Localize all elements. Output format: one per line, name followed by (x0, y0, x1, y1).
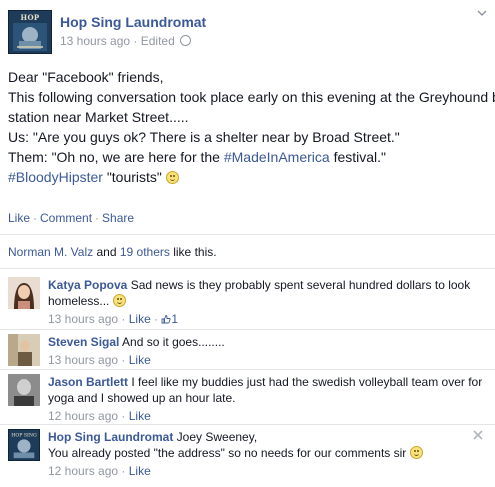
comment-item: Steven Sigal And so it goes........ 13 h… (8, 334, 488, 368)
comment-line: Hop Sing Laundromat Joey Sweeney, (48, 429, 478, 445)
comment-meta: 12 hours ago · Like (48, 464, 151, 478)
comment-meta: 12 hours ago · Like (48, 409, 151, 423)
portrait-photo-icon (8, 334, 40, 366)
comment-like-button[interactable]: Like (129, 353, 151, 367)
facebook-post: HOP SING Hop Sing Laundromat 13 hours ag… (0, 0, 495, 487)
post-line-with-hashtag: #BloodyHipster "tourists" (8, 167, 488, 187)
comment-line: Katya Popova Sad news is they probably s… (48, 277, 478, 293)
divider (0, 268, 495, 269)
meta-separator: · (133, 34, 141, 48)
others-link[interactable]: 19 others (120, 245, 170, 259)
comment-item: Jason Bartlett I feel like my buddies ju… (8, 374, 488, 424)
comment-text: Sad news is they probably spent several … (127, 278, 471, 292)
post-line-text: "tourists" (102, 169, 166, 185)
comment-line: You already posted "the address" so no n… (48, 445, 478, 461)
hashtag-bloodyhipster-link[interactable]: #BloodyHipster (8, 169, 103, 185)
edited-label[interactable]: Edited (141, 34, 175, 48)
liker-name-link[interactable]: Norman M. Valz (8, 245, 93, 259)
comment-item: Katya Popova Sad news is they probably s… (8, 277, 488, 327)
comment-like-button[interactable]: Like (129, 464, 151, 478)
likes-summary: Norman M. Valz and 19 others like this. (8, 245, 217, 259)
globe-icon[interactable] (180, 35, 192, 46)
comment-line: Steven Sigal And so it goes........ (48, 334, 478, 350)
comment-text: Joey Sweeney, (173, 430, 258, 444)
commenter-name-link[interactable]: Hop Sing Laundromat (48, 430, 173, 444)
commenter-name-link[interactable]: Steven Sigal (48, 335, 119, 349)
likes-tail-text: like this. (169, 245, 217, 259)
comment-like-button[interactable]: Like (129, 409, 151, 423)
laundromat-logo-icon: HOP SING (9, 430, 39, 460)
post-actions: Like · Comment · Share (8, 211, 134, 225)
post-line: Dear "Facebook" friends, (8, 69, 164, 85)
smile-emoticon-icon (165, 171, 179, 184)
thumbs-up-icon (161, 315, 171, 324)
portrait-photo-icon (8, 374, 40, 406)
comment-line: homeless... (48, 293, 478, 309)
commenter-avatar[interactable] (8, 334, 40, 366)
comment-text: I feel like my buddies just had the swed… (128, 375, 483, 389)
portrait-photo-icon (8, 277, 40, 309)
comment-meta: 13 hours ago · Like (48, 353, 151, 367)
likes-and-text: and (93, 245, 120, 259)
share-button[interactable]: Share (102, 211, 134, 225)
post-line: This following conversation took place e… (8, 89, 495, 105)
post-author-link[interactable]: Hop Sing Laundromat (60, 14, 206, 30)
comment-text: And so it goes........ (119, 335, 225, 349)
comment-timestamp[interactable]: 13 hours ago (48, 312, 118, 326)
comment-text: homeless... (48, 294, 113, 308)
comment-timestamp[interactable]: 12 hours ago (48, 464, 118, 478)
post-body: Dear "Facebook" friends, This following … (8, 67, 495, 187)
comment-body: Hop Sing Laundromat Joey Sweeney, You al… (48, 429, 478, 479)
smile-emoticon-icon (409, 446, 423, 459)
divider (0, 369, 495, 370)
comment-button[interactable]: Comment (40, 211, 92, 225)
smile-emoticon-icon (112, 294, 126, 307)
author-avatar[interactable]: HOP SING (8, 10, 52, 54)
like-button[interactable]: Like (8, 211, 30, 225)
commenter-name-link[interactable]: Jason Bartlett (48, 375, 128, 389)
comment-line: yoga and I showed up an hour late. (48, 391, 236, 405)
post-timestamp[interactable]: 13 hours ago (60, 34, 130, 48)
comment-line: Jason Bartlett I feel like my buddies ju… (48, 374, 482, 390)
commenter-avatar[interactable] (8, 277, 40, 309)
post-line-text: Them: "Oh no, we are here for the (8, 149, 224, 165)
chevron-down-icon[interactable] (477, 8, 487, 18)
commenter-avatar[interactable] (8, 374, 40, 406)
commenter-name-link[interactable]: Katya Popova (48, 278, 127, 292)
comment-like-count[interactable]: 1 (161, 312, 178, 326)
like-count-value: 1 (171, 312, 179, 326)
divider (0, 234, 495, 235)
post-line-with-hashtag: Them: "Oh no, we are here for the #MadeI… (8, 147, 488, 167)
close-icon[interactable] (472, 429, 484, 441)
action-separator: · (33, 211, 38, 225)
commenter-avatar[interactable]: HOP SING (8, 429, 40, 461)
post-line: station near Market Street..... (8, 109, 189, 125)
comment-item: HOP SING Hop Sing Laundromat Joey Sweene… (8, 429, 488, 481)
comment-timestamp[interactable]: 13 hours ago (48, 353, 118, 367)
comment-body: Steven Sigal And so it goes........ 13 h… (48, 334, 478, 368)
comment-timestamp[interactable]: 12 hours ago (48, 409, 118, 423)
comment-body: Jason Bartlett I feel like my buddies ju… (48, 374, 482, 424)
post-header: HOP SING Hop Sing Laundromat 13 hours ag… (8, 10, 488, 56)
hashtag-madeinamerica-link[interactable]: #MadeInAmerica (224, 149, 330, 165)
divider (0, 329, 495, 330)
post-line-text: festival." (329, 149, 387, 165)
comment-like-button[interactable]: Like (129, 312, 151, 326)
divider (0, 424, 495, 425)
action-separator: · (95, 211, 100, 225)
post-meta: 13 hours ago · Edited (60, 34, 192, 48)
avatar-logo-text: HOP SING (11, 433, 37, 439)
post-line: Us: "Are you guys ok? There is a shelter… (8, 129, 400, 145)
comment-meta: 13 hours ago · Like · 1 (48, 312, 179, 326)
comment-text: You already posted "the address" so no n… (48, 446, 410, 460)
comment-body: Katya Popova Sad news is they probably s… (48, 277, 478, 327)
avatar-artwork-icon (13, 23, 47, 51)
